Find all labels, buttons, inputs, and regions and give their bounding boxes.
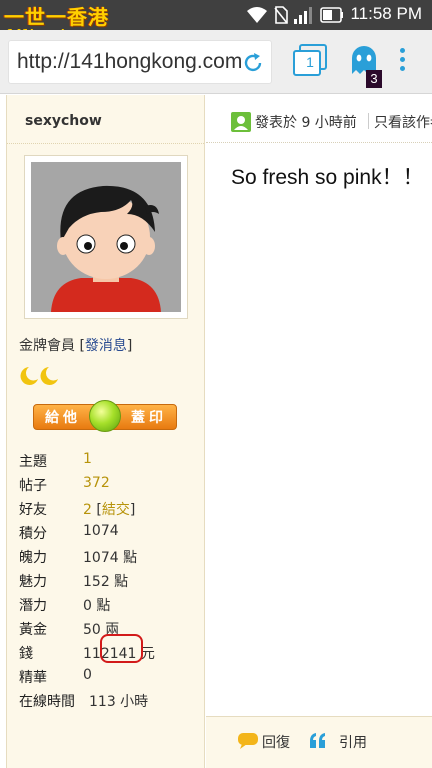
stat-row-essence: 精華 0: [19, 664, 205, 688]
avatar[interactable]: [24, 155, 188, 319]
wifi-icon: [247, 7, 267, 23]
stamp-button[interactable]: 給他 蓋印: [33, 400, 177, 432]
post-timestamp: 發表於 9 小時前: [255, 115, 357, 131]
divider: [368, 113, 369, 129]
stat-row-courage: 魄力 1074 點: [19, 544, 205, 568]
status-bar: 一世一香港 141hongkong.com 11:58 PM: [0, 0, 432, 40]
stat-row-points: 積分 1074: [19, 520, 205, 544]
stat-label: 黃金: [19, 622, 47, 638]
thread-content: sexychow 金牌會員 [發消息] 給他 蓋印 主題 1 帖子 372 好友…: [0, 95, 432, 768]
online-status-icon: [231, 112, 251, 132]
author-stats: 主題 1 帖子 372 好友 2 [結交] 積分 1074 魄力 1074 點 …: [19, 448, 205, 712]
stat-row-online-time: 在線時間 113 小時: [19, 688, 205, 712]
stat-label: 潛力: [19, 598, 47, 614]
quote-button[interactable]: 引用: [339, 732, 367, 752]
red-highlight-circle: [100, 634, 143, 663]
clock: 11:58 PM: [350, 4, 422, 23]
stat-value: 1074: [83, 523, 119, 539]
stat-label: 好友: [19, 502, 47, 518]
stat-row-charm: 魅力 152 點: [19, 568, 205, 592]
overflow-menu-icon[interactable]: [396, 48, 408, 76]
friends-count-link[interactable]: 2: [83, 502, 92, 518]
stat-value: 2 [結交]: [83, 499, 135, 519]
author-sidebar: sexychow 金牌會員 [發消息] 給他 蓋印 主題 1 帖子 372 好友…: [6, 95, 205, 768]
url-text[interactable]: http://141hongkong.com: [17, 50, 243, 74]
stat-row-posts: 帖子 372: [19, 472, 205, 496]
stat-value-link[interactable]: 372: [83, 475, 110, 491]
make-friend-link[interactable]: 結交: [102, 502, 130, 518]
stat-label: 帖子: [19, 478, 47, 494]
stat-value: 0: [83, 667, 92, 683]
stamp-right-label: 蓋印: [131, 410, 167, 426]
post-body-text: So fresh so pink！！: [231, 166, 424, 189]
divider: [7, 143, 204, 144]
stat-label: 積分: [19, 526, 47, 542]
stat-label: 精華: [19, 670, 47, 686]
logo-text: 一世一香港: [4, 5, 109, 29]
url-bar[interactable]: http://141hongkong.com: [8, 40, 272, 84]
reply-button[interactable]: 回復: [262, 732, 290, 752]
reply-icon[interactable]: [237, 731, 259, 749]
tab-count: 1: [306, 54, 314, 70]
signal-icon: [294, 7, 312, 24]
stat-label: 錢: [19, 646, 33, 662]
member-rank: 金牌會員 [發消息]: [19, 335, 132, 355]
tabs-button[interactable]: 1: [292, 44, 328, 78]
stat-row-potential: 潛力 0 點: [19, 592, 205, 616]
stat-label: 魅力: [19, 574, 47, 590]
stat-value: 113 小時: [89, 694, 149, 710]
battery-icon: [320, 7, 343, 23]
message-bracket-close: ]: [126, 338, 133, 354]
stat-label: 在線時間: [19, 694, 75, 710]
stamp-left-label: 給他: [45, 410, 81, 426]
stat-value-link[interactable]: 1: [83, 451, 92, 467]
post-header: 發表於 9 小時前 只看該作者: [206, 95, 432, 143]
stat-row-topics: 主題 1: [19, 448, 205, 472]
browser-toolbar: http://141hongkong.com 1 3: [0, 30, 432, 94]
stat-label: 主題: [19, 454, 47, 470]
no-sim-icon: [274, 6, 288, 24]
reload-icon[interactable]: [241, 51, 265, 75]
user-icon: [234, 116, 248, 130]
moon-rank-icon: [20, 367, 58, 385]
post-actions: 回復 引用: [206, 716, 432, 768]
bracket-close: ]: [129, 502, 136, 518]
stat-row-friends: 好友 2 [結交]: [19, 496, 205, 520]
only-author-link[interactable]: 只看該作者: [374, 112, 432, 132]
send-message-link[interactable]: 發消息: [85, 338, 127, 354]
cartoon-avatar-image: [31, 162, 181, 312]
rank-label: 金牌會員: [19, 338, 75, 354]
post-area: 發表於 9 小時前 只看該作者 So fresh so pink！！ 回復 引用: [206, 95, 432, 768]
stat-value: 0 點: [83, 598, 111, 614]
green-ball-icon: [89, 400, 121, 432]
stat-label: 魄力: [19, 550, 47, 566]
ghostery-count-badge: 3: [366, 70, 382, 88]
status-icons: [246, 6, 344, 24]
stat-value: 152 點: [83, 574, 129, 590]
stat-value: 1074 點: [83, 550, 138, 566]
quote-icon[interactable]: [308, 731, 328, 751]
author-username[interactable]: sexychow: [25, 113, 102, 129]
